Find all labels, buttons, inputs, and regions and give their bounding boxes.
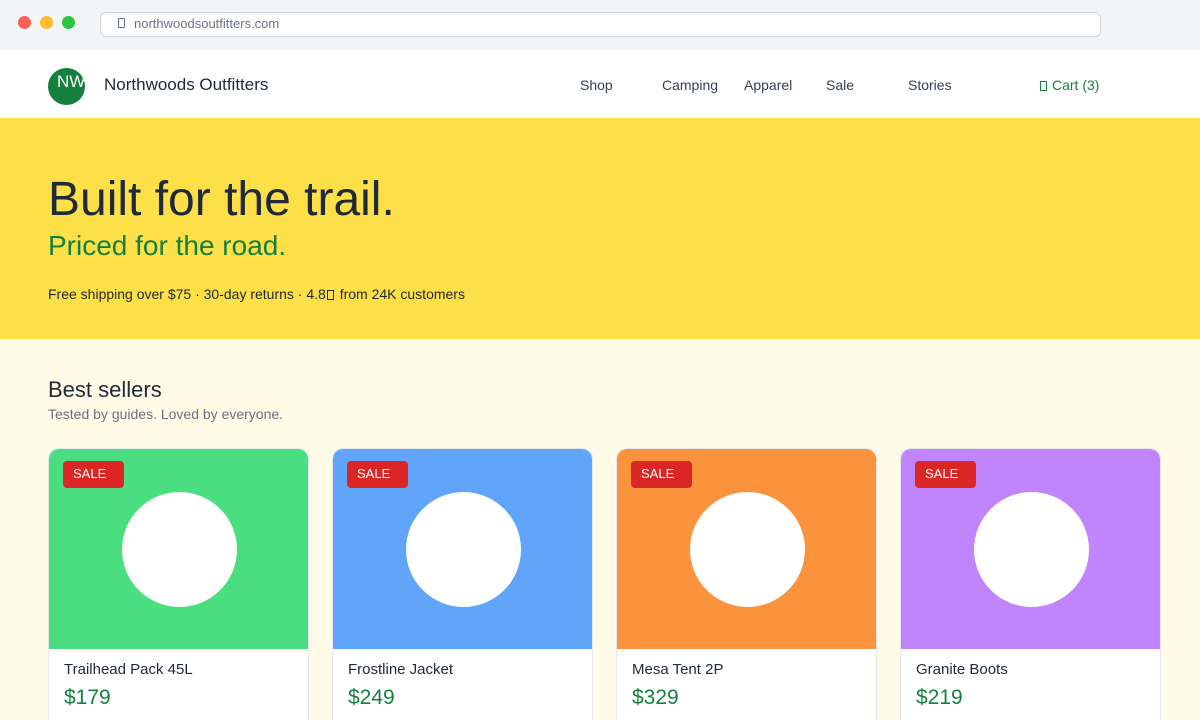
- window-maximize-button[interactable]: [62, 16, 75, 29]
- cart-label: Cart (3): [1052, 77, 1100, 93]
- sale-badge: SALE: [63, 461, 124, 488]
- product-price: $179: [64, 686, 111, 709]
- hero-title: Built for the trail.: [48, 173, 395, 226]
- product-name[interactable]: Trailhead Pack 45L: [64, 661, 193, 679]
- product-placeholder-circle: [122, 492, 237, 607]
- hero-stats-lead: Free shipping over $75 · 30-day returns …: [48, 286, 326, 302]
- product-image[interactable]: SALE: [333, 449, 592, 649]
- product-placeholder-circle: [974, 492, 1089, 607]
- product-name[interactable]: Frostline Jacket: [348, 661, 453, 679]
- star-icon: [326, 290, 334, 300]
- sale-badge: SALE: [631, 461, 692, 488]
- brand-name[interactable]: Northwoods Outfitters: [104, 75, 268, 95]
- product-name[interactable]: Granite Boots: [916, 661, 1008, 679]
- product-card[interactable]: SALE Granite Boots $219: [900, 448, 1161, 720]
- sale-badge: SALE: [915, 461, 976, 488]
- product-image[interactable]: SALE: [49, 449, 308, 649]
- nav-shop[interactable]: Shop: [580, 77, 613, 93]
- window-minimize-button[interactable]: [40, 16, 53, 29]
- logo-text: NW: [57, 72, 85, 91]
- hero-banner: Built for the trail. Priced for the road…: [0, 118, 1200, 339]
- hero-subtitle: Priced for the road.: [48, 230, 287, 261]
- nav-stories[interactable]: Stories: [908, 77, 952, 93]
- cart-button[interactable]: Cart (3): [1040, 77, 1099, 93]
- section-title: Best sellers: [48, 377, 162, 402]
- product-placeholder-circle: [406, 492, 521, 607]
- site-header: NW Northwoods Outfitters Shop Camping Ap…: [0, 50, 1200, 118]
- section-subtitle: Tested by guides. Loved by everyone.: [48, 406, 284, 422]
- lock-icon: [118, 18, 125, 28]
- hero-stats: Free shipping over $75 · 30-day returns …: [48, 286, 465, 302]
- site-logo[interactable]: NW: [48, 68, 85, 105]
- nav-sale[interactable]: Sale: [826, 77, 854, 93]
- sale-badge: SALE: [347, 461, 408, 488]
- product-placeholder-circle: [690, 492, 805, 607]
- product-image[interactable]: SALE: [901, 449, 1160, 649]
- address-bar[interactable]: northwoodsoutfitters.com: [100, 12, 1101, 37]
- product-price: $219: [916, 686, 963, 709]
- hero-stats-tail: from 24K customers: [339, 286, 465, 302]
- product-card[interactable]: SALE Mesa Tent 2P $329: [616, 448, 877, 720]
- product-price: $329: [632, 686, 679, 709]
- product-price: $249: [348, 686, 395, 709]
- nav-camping[interactable]: Camping: [662, 77, 718, 93]
- cart-icon: [1040, 81, 1047, 91]
- browser-chrome: northwoodsoutfitters.com: [0, 0, 1200, 50]
- product-name[interactable]: Mesa Tent 2P: [632, 661, 723, 679]
- address-bar-url: northwoodsoutfitters.com: [134, 16, 280, 31]
- nav-apparel[interactable]: Apparel: [744, 77, 792, 93]
- product-image[interactable]: SALE: [617, 449, 876, 649]
- product-card[interactable]: SALE Frostline Jacket $249: [332, 448, 593, 720]
- window-close-button[interactable]: [18, 16, 31, 29]
- product-card[interactable]: SALE Trailhead Pack 45L $179: [48, 448, 309, 720]
